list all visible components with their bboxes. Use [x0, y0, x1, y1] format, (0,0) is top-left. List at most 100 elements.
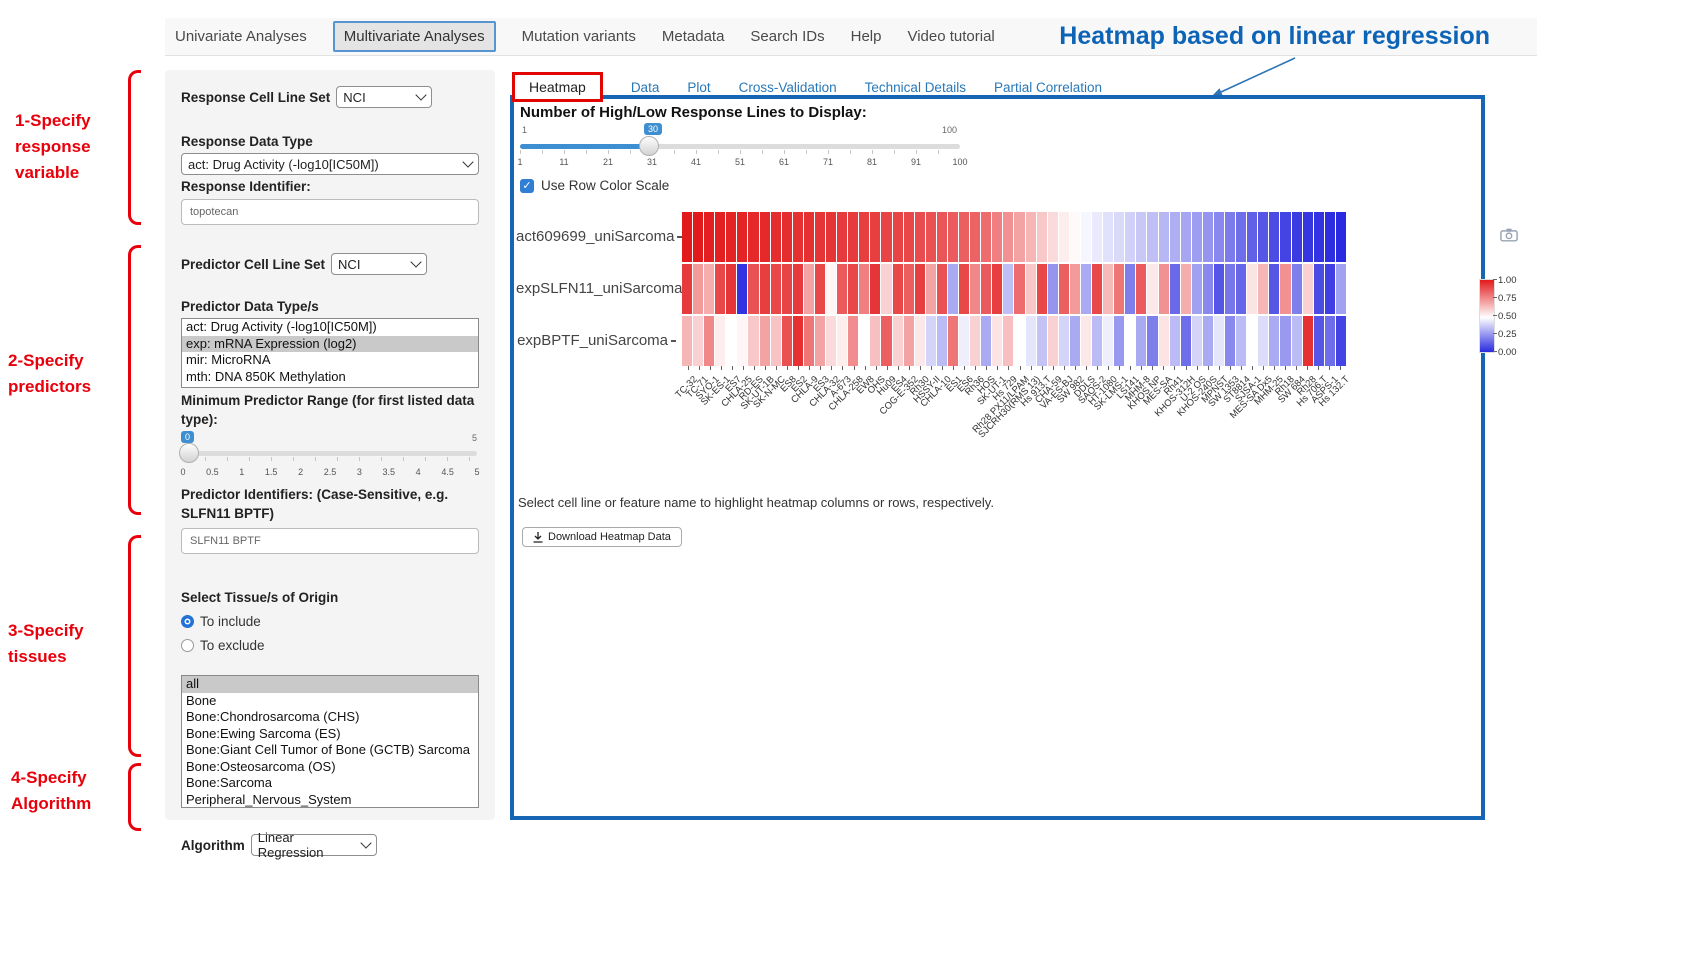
heatmap-cell [1258, 316, 1268, 366]
predictor-data-types-listbox[interactable]: act: Drug Activity (-log10[IC50M])exp: m… [181, 318, 479, 388]
predictor-identifiers-input[interactable] [181, 528, 479, 554]
page: Univariate Analyses Multivariate Analyses… [0, 0, 1700, 956]
tissues-label: Select Tissue/s of Origin [181, 590, 479, 605]
predictor-type-option-exp[interactable]: exp: mRNA Expression (log2) [182, 336, 478, 353]
heatmap-cell [793, 264, 803, 314]
tab-data[interactable]: Data [631, 80, 660, 95]
heatmap-cell [848, 264, 858, 314]
x-axis-tick [1208, 366, 1209, 370]
heatmap-cell [859, 316, 869, 366]
tissue-option-peripheral-nervous-system[interactable]: Peripheral_Nervous_System [182, 792, 478, 809]
heatmap-cell [771, 264, 781, 314]
response-data-type-select[interactable]: act: Drug Activity (-log10[IC50M]) [181, 153, 479, 175]
heatmap-cell [948, 264, 958, 314]
heatmap-cell [1325, 264, 1335, 314]
heatmap-hint: Select cell line or feature name to high… [518, 495, 994, 510]
x-axis-tick [920, 366, 921, 370]
heatmap-cell [1236, 316, 1246, 366]
x-axis-tick [1053, 366, 1054, 370]
tissue-option-bone-sarcoma[interactable]: Bone:Sarcoma [182, 775, 478, 792]
tab-cross-validation[interactable]: Cross-Validation [739, 80, 837, 95]
colorbar-tick-label-0-00: 0.00 [1498, 347, 1517, 358]
heatmap-row-label-expslfn11-unisarcoma[interactable]: expSLFN11_uniSarcoma [516, 280, 676, 297]
heatmap-cell [1192, 316, 1202, 366]
chevron-down-icon [360, 837, 371, 848]
tissue-option-bone-giant-cell-tumor-of-bone-gctb-sarcoma[interactable]: Bone:Giant Cell Tumor of Bone (GCTB) Sar… [182, 742, 478, 759]
tab-plot[interactable]: Plot [687, 80, 710, 95]
tick-label-71: 71 [823, 157, 833, 167]
nav-item-multivariate-analyses[interactable]: Multivariate Analyses [333, 21, 496, 52]
x-axis-tick [876, 366, 877, 370]
radio-label-to-exclude: To exclude [200, 638, 265, 653]
nav-item-video-tutorial[interactable]: Video tutorial [907, 28, 994, 45]
download-button-label: Download Heatmap Data [548, 531, 671, 543]
tissue-option-bone-chondrosarcoma-chs[interactable]: Bone:Chondrosarcoma (CHS) [182, 709, 478, 726]
heatmap-row-label-act609699-unisarcoma[interactable]: act609699_uniSarcoma [516, 228, 676, 245]
nav-item-metadata[interactable]: Metadata [662, 28, 725, 45]
heatmap-cell [1336, 316, 1346, 366]
heatmap-cell [1037, 212, 1047, 262]
heatmap-cell [815, 212, 825, 262]
colorbar-tick-label-0-75: 0.75 [1498, 293, 1517, 304]
tissue-option-bone-osteosarcoma-os[interactable]: Bone:Osteosarcoma (OS) [182, 759, 478, 776]
x-axis-tick [931, 366, 932, 370]
algorithm-label: Algorithm [181, 838, 245, 853]
heatmap-cell [1269, 264, 1279, 314]
download-heatmap-button[interactable]: Download Heatmap Data [522, 527, 682, 547]
heatmap-cell [726, 316, 736, 366]
heatmap-cell [1292, 316, 1302, 366]
predictor-type-option-act[interactable]: act: Drug Activity (-log10[IC50M]) [182, 319, 478, 336]
response-identifier-input[interactable] [181, 199, 479, 225]
heatmap-cell [1159, 264, 1169, 314]
predictor-type-option-mth[interactable]: mth: DNA 850K Methylation [182, 369, 478, 386]
x-axis-tick [1263, 366, 1264, 370]
heatmap-cell [1159, 212, 1169, 262]
heatmap-cell [1103, 316, 1113, 366]
heatmap-cell [804, 316, 814, 366]
radio-to-exclude[interactable] [181, 639, 194, 652]
step4-bracket [128, 763, 141, 831]
tab-heatmap[interactable]: Heatmap [512, 72, 603, 102]
tab-partial-correlation[interactable]: Partial Correlation [994, 80, 1102, 95]
tissue-option-all[interactable]: all [182, 676, 478, 693]
nav-item-search-ids[interactable]: Search IDs [750, 28, 824, 45]
nav-item-univariate-analyses[interactable]: Univariate Analyses [175, 28, 307, 45]
heatmap-cell [837, 264, 847, 314]
lines-slider-min-label: 1 [522, 125, 527, 135]
heatmap-cell [782, 316, 792, 366]
tab-technical-details[interactable]: Technical Details [865, 80, 966, 95]
predictor-type-option-mir[interactable]: mir: MicroRNA [182, 352, 478, 369]
heatmap-row-label-expbptf-unisarcoma[interactable]: expBPTF_uniSarcoma [516, 332, 676, 349]
heatmap-cell [1236, 264, 1246, 314]
tick-label-3: 3 [357, 467, 362, 477]
nav-item-mutation-variants[interactable]: Mutation variants [522, 28, 636, 45]
heatmap-cell [726, 212, 736, 262]
heatmap-cell [959, 264, 969, 314]
row-color-scale-checkbox[interactable]: ✓ [520, 179, 534, 193]
nav-item-help[interactable]: Help [851, 28, 882, 45]
x-axis-tick [975, 366, 976, 370]
lines-slider-handle[interactable] [639, 136, 659, 156]
x-axis-tick [1230, 366, 1231, 370]
algorithm-select[interactable]: Linear Regression [251, 834, 377, 856]
x-axis-tick [887, 366, 888, 370]
heatmap-cell [1214, 264, 1224, 314]
heatmap-cell [992, 316, 1002, 366]
min-predictor-range-slider[interactable]: 0 5 00.511.522.533.544.55 [181, 429, 479, 479]
heatmap-cell [1181, 264, 1191, 314]
x-axis-tick [831, 366, 832, 370]
camera-icon[interactable] [1500, 227, 1518, 242]
tissue-listbox[interactable]: allBoneBone:Chondrosarcoma (CHS)Bone:Ewi… [181, 675, 479, 808]
heatmap-cell [1103, 212, 1113, 262]
range-slider-handle[interactable] [179, 443, 199, 463]
range-slider-track[interactable] [183, 451, 477, 456]
heatmap-cell [1014, 212, 1024, 262]
radio-to-include[interactable] [181, 615, 194, 628]
response-cell-line-set-select[interactable]: NCI [336, 86, 432, 108]
response-identifier-label: Response Identifier: [181, 179, 479, 194]
x-axis-tick [1020, 366, 1021, 370]
tissue-option-bone-ewing-sarcoma-es[interactable]: Bone:Ewing Sarcoma (ES) [182, 726, 478, 743]
x-axis-tick [1141, 366, 1142, 370]
tissue-option-bone[interactable]: Bone [182, 693, 478, 710]
predictor-cell-line-set-select[interactable]: NCI [331, 253, 427, 275]
